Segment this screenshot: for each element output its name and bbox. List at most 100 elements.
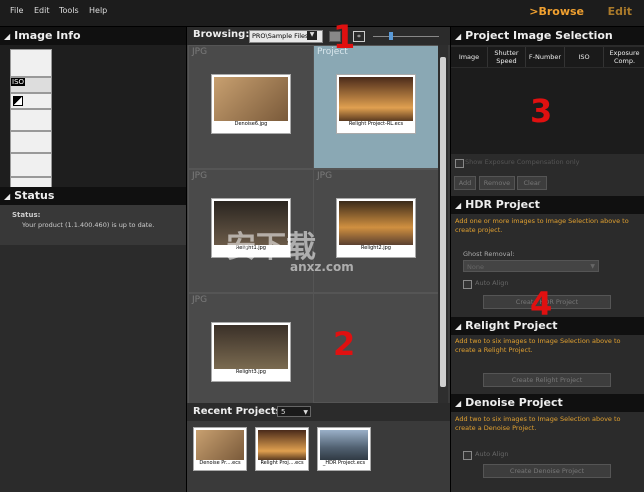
clear-button[interactable]: Clear: [517, 176, 547, 190]
denoise-auto-align-checkbox[interactable]: [463, 451, 472, 460]
denoise-header[interactable]: ◢ Denoise Project: [451, 394, 644, 412]
thumbnail-cell[interactable]: Project Relight Project-RL.ecs: [313, 45, 439, 169]
recent-project-caption: _HDR Project.ecs: [322, 460, 366, 466]
info-cell: [10, 109, 52, 131]
show-exposure-label: Show Exposure Compensation only: [465, 158, 580, 166]
recent-project-caption: Relight Proj....ecs: [260, 460, 304, 466]
menu-file[interactable]: File: [10, 6, 23, 15]
recent-count-dropdown[interactable]: 5 ▼: [277, 406, 311, 417]
selection-title: Project Image Selection: [465, 29, 613, 42]
image-info-header[interactable]: ◢ Image Info: [0, 27, 186, 45]
file-type-label: JPG: [317, 171, 333, 181]
recent-project-thumb[interactable]: _HDR Project.ecs: [317, 427, 371, 471]
browse-bar: Browsing: PRO\Sample Files\ ▼ ⌗: [187, 27, 450, 45]
iso-cell: ISO: [10, 77, 52, 93]
iso-label: ISO: [11, 78, 26, 86]
hdr-description: Add one or more images to Image Selectio…: [455, 217, 629, 234]
empty-cell: [313, 293, 439, 403]
menu-bar: File Edit Tools Help >Browse Edit: [0, 0, 644, 27]
info-cell: [10, 153, 52, 177]
menu-tools[interactable]: Tools: [59, 6, 79, 15]
info-cell: [10, 49, 52, 77]
ghost-removal-dropdown[interactable]: None ▼: [463, 260, 599, 272]
chevron-down-icon: ▼: [590, 263, 595, 270]
create-relight-project-button[interactable]: Create Relight Project: [483, 373, 611, 387]
thumbnail-caption: Relight Project-RL.ecs: [348, 121, 404, 127]
info-cell: [10, 131, 52, 153]
selection-header[interactable]: ◢ Project Image Selection: [451, 27, 644, 45]
path-value: PRO\Sample Files\: [252, 32, 311, 40]
relight-description: Add two to six images to Image Selection…: [455, 337, 621, 354]
status-label: Status:: [12, 211, 41, 219]
thumbnail-caption: Denoise6.jpg: [234, 121, 268, 127]
zoom-slider[interactable]: [373, 36, 439, 37]
status-area: Status: Your product (1.1.400.460) is up…: [0, 205, 186, 245]
annotation-four: 4: [530, 285, 553, 323]
exposure-icon: [13, 96, 23, 106]
recent-projects-area: Denoise Pr....ecs Relight Proj....ecs _H…: [187, 421, 450, 492]
collapse-icon: ◢: [455, 322, 462, 331]
annotation-one: 1: [333, 18, 356, 56]
status-message: Your product (1.1.400.460) is up to date…: [22, 221, 155, 229]
ghost-removal-label: Ghost Removal:: [463, 250, 515, 258]
hdr-auto-align-checkbox[interactable]: [463, 280, 472, 289]
left-panel: ◢ Image Info ISO ◢ Status Status: Your pro…: [0, 27, 187, 492]
grid-scrollbar-thumb[interactable]: [440, 57, 446, 387]
collapse-icon: ◢: [455, 32, 462, 41]
collapse-icon: ◢: [455, 201, 462, 210]
recent-projects-bar: Recent Projects: 5 ▼: [187, 403, 450, 421]
column-header[interactable]: Exposure Comp.: [604, 47, 644, 67]
edit-mode-tab[interactable]: Edit: [608, 5, 632, 18]
hdr-title: HDR Project: [465, 198, 540, 211]
file-type-label: JPG: [192, 295, 208, 305]
show-exposure-checkbox[interactable]: [455, 159, 464, 168]
ghost-removal-value: None: [467, 263, 484, 271]
thumbnail[interactable]: Denoise6.jpg: [211, 74, 291, 134]
denoise-title: Denoise Project: [465, 396, 563, 409]
collapse-icon: ◢: [4, 32, 11, 41]
thumbnail-cell[interactable]: JPG Relight2.jpg: [313, 169, 439, 293]
thumbnail-cell[interactable]: JPG Relight3.jpg: [188, 293, 314, 417]
thumbnail-caption: Relight3.jpg: [236, 369, 266, 375]
annotation-three: 3: [530, 92, 553, 130]
recent-count-value: 5: [281, 408, 286, 416]
collapse-icon: ◢: [455, 399, 462, 408]
recent-project-thumb[interactable]: Relight Proj....ecs: [255, 427, 309, 471]
image-info-area: ISO: [0, 45, 186, 203]
denoise-description: Add two to six images to Image Selection…: [455, 415, 621, 432]
browsing-label: Browsing:: [193, 29, 250, 40]
thumbnail[interactable]: Relight3.jpg: [211, 322, 291, 382]
create-denoise-project-button[interactable]: Create Denoise Project: [483, 464, 611, 478]
add-button[interactable]: Add: [454, 176, 476, 190]
recent-project-caption: Denoise Pr....ecs: [199, 460, 241, 466]
menu-edit[interactable]: Edit: [34, 6, 50, 15]
menu-help[interactable]: Help: [89, 6, 107, 15]
browse-mode-tab[interactable]: >Browse: [529, 5, 584, 18]
remove-button[interactable]: Remove: [479, 176, 515, 190]
file-type-label: JPG: [192, 47, 208, 57]
watermark-subtext: anxz.com: [290, 260, 354, 274]
hdr-auto-align-label: Auto Align: [475, 279, 509, 287]
denoise-auto-align-label: Auto Align: [475, 450, 509, 458]
thumbnail-caption: Relight2.jpg: [361, 245, 391, 251]
column-header[interactable]: Shutter Speed: [488, 47, 526, 67]
column-header[interactable]: F-Number: [526, 47, 565, 67]
hdr-header[interactable]: ◢ HDR Project: [451, 196, 644, 214]
thumbnail[interactable]: Relight Project-RL.ecs: [336, 74, 416, 134]
thumbnail-cell[interactable]: JPG Denoise6.jpg: [188, 45, 314, 169]
column-header[interactable]: Image: [451, 47, 488, 67]
status-header[interactable]: ◢ Status: [0, 187, 186, 205]
recent-project-thumb[interactable]: Denoise Pr....ecs: [193, 427, 247, 471]
annotation-two: 2: [333, 325, 356, 363]
image-info-title: Image Info: [14, 29, 81, 42]
zoom-slider-handle[interactable]: [389, 32, 393, 40]
status-title: Status: [14, 189, 55, 202]
exposure-cell: [10, 93, 52, 109]
column-header[interactable]: ISO: [565, 47, 604, 67]
recent-projects-label: Recent Projects:: [193, 406, 286, 417]
file-type-label: JPG: [192, 171, 208, 181]
thumbnail[interactable]: Relight2.jpg: [336, 198, 416, 258]
chevron-down-icon: ▼: [303, 409, 308, 416]
collapse-icon: ◢: [4, 192, 11, 201]
chevron-down-icon[interactable]: ▼: [307, 31, 317, 40]
